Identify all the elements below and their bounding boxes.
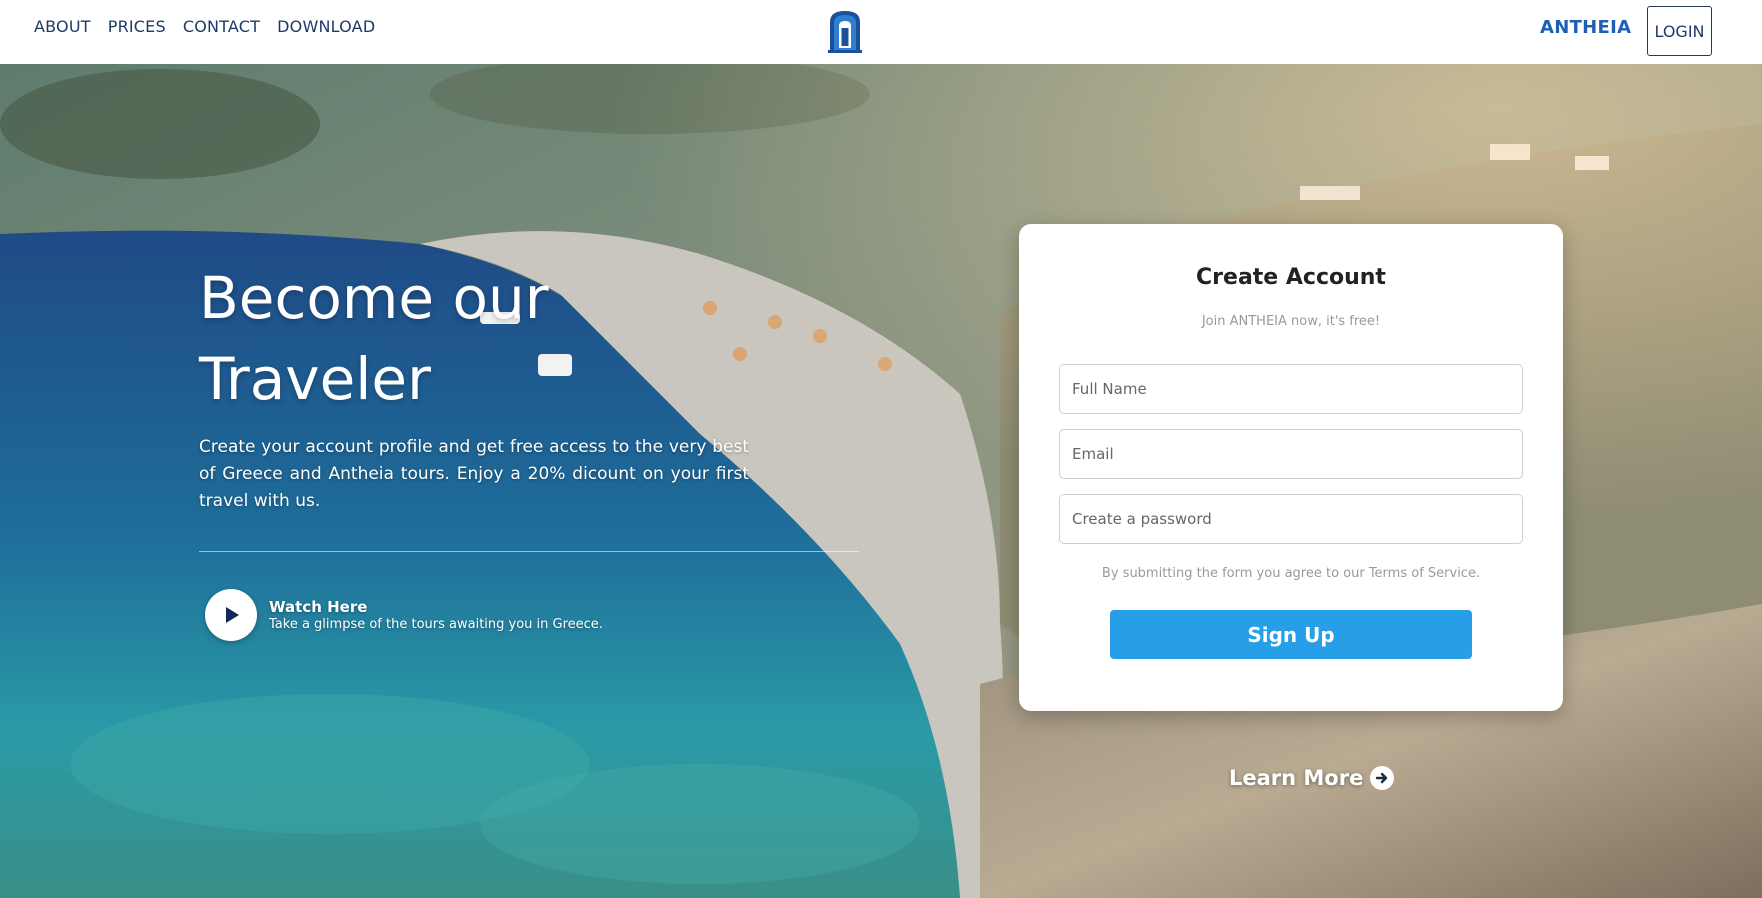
- full-name-input[interactable]: [1059, 364, 1523, 414]
- headline-line-1: Become our: [199, 264, 549, 332]
- hero-section: Become our Traveler Create your account …: [0, 64, 1762, 898]
- watch-title[interactable]: Watch Here: [269, 598, 603, 616]
- brand-name[interactable]: ANTHEIA: [1540, 17, 1631, 38]
- nav-contact-link[interactable]: CONTACT: [183, 17, 260, 37]
- main-nav: ABOUT PRICES CONTACT DOWNLOAD: [34, 17, 392, 37]
- arrow-right-circle-icon[interactable]: [1370, 766, 1395, 790]
- watch-video-link[interactable]: Watch Here Take a glimpse of the tours a…: [205, 589, 603, 641]
- hero-description: Create your account profile and get free…: [199, 437, 749, 511]
- nav-download-link[interactable]: DOWNLOAD: [277, 17, 375, 37]
- greek-door-logo-icon[interactable]: [826, 8, 864, 54]
- play-button[interactable]: [205, 589, 257, 641]
- password-input[interactable]: [1059, 494, 1523, 544]
- login-button[interactable]: LOGIN: [1647, 6, 1712, 56]
- watch-subtitle: Take a glimpse of the tours awaiting you…: [269, 616, 603, 632]
- nav-about-link[interactable]: ABOUT: [34, 17, 91, 37]
- headline-line-2: Traveler: [199, 345, 431, 413]
- hero-headline: Become our Traveler: [199, 258, 759, 420]
- form-subtitle: Join ANTHEIA now, it's free!: [1201, 314, 1381, 329]
- watch-text: Watch Here Take a glimpse of the tours a…: [269, 598, 603, 633]
- email-input[interactable]: [1059, 429, 1523, 479]
- sign-up-button[interactable]: Sign Up: [1110, 610, 1472, 659]
- terms-notice: By submitting the form you agree to our …: [1101, 566, 1481, 581]
- play-icon: [226, 607, 239, 623]
- hero-divider: [199, 551, 859, 552]
- nav-prices-link[interactable]: PRICES: [108, 17, 166, 37]
- form-title: Create Account: [1196, 265, 1386, 290]
- arrow-right-icon: [1376, 772, 1388, 784]
- create-account-card: Create Account Join ANTHEIA now, it's fr…: [1019, 224, 1563, 711]
- top-navbar: ABOUT PRICES CONTACT DOWNLOAD ANTHEIA LO…: [0, 0, 1762, 64]
- learn-more-label[interactable]: Learn More: [1229, 766, 1363, 790]
- learn-more-link[interactable]: Learn More: [1229, 766, 1395, 790]
